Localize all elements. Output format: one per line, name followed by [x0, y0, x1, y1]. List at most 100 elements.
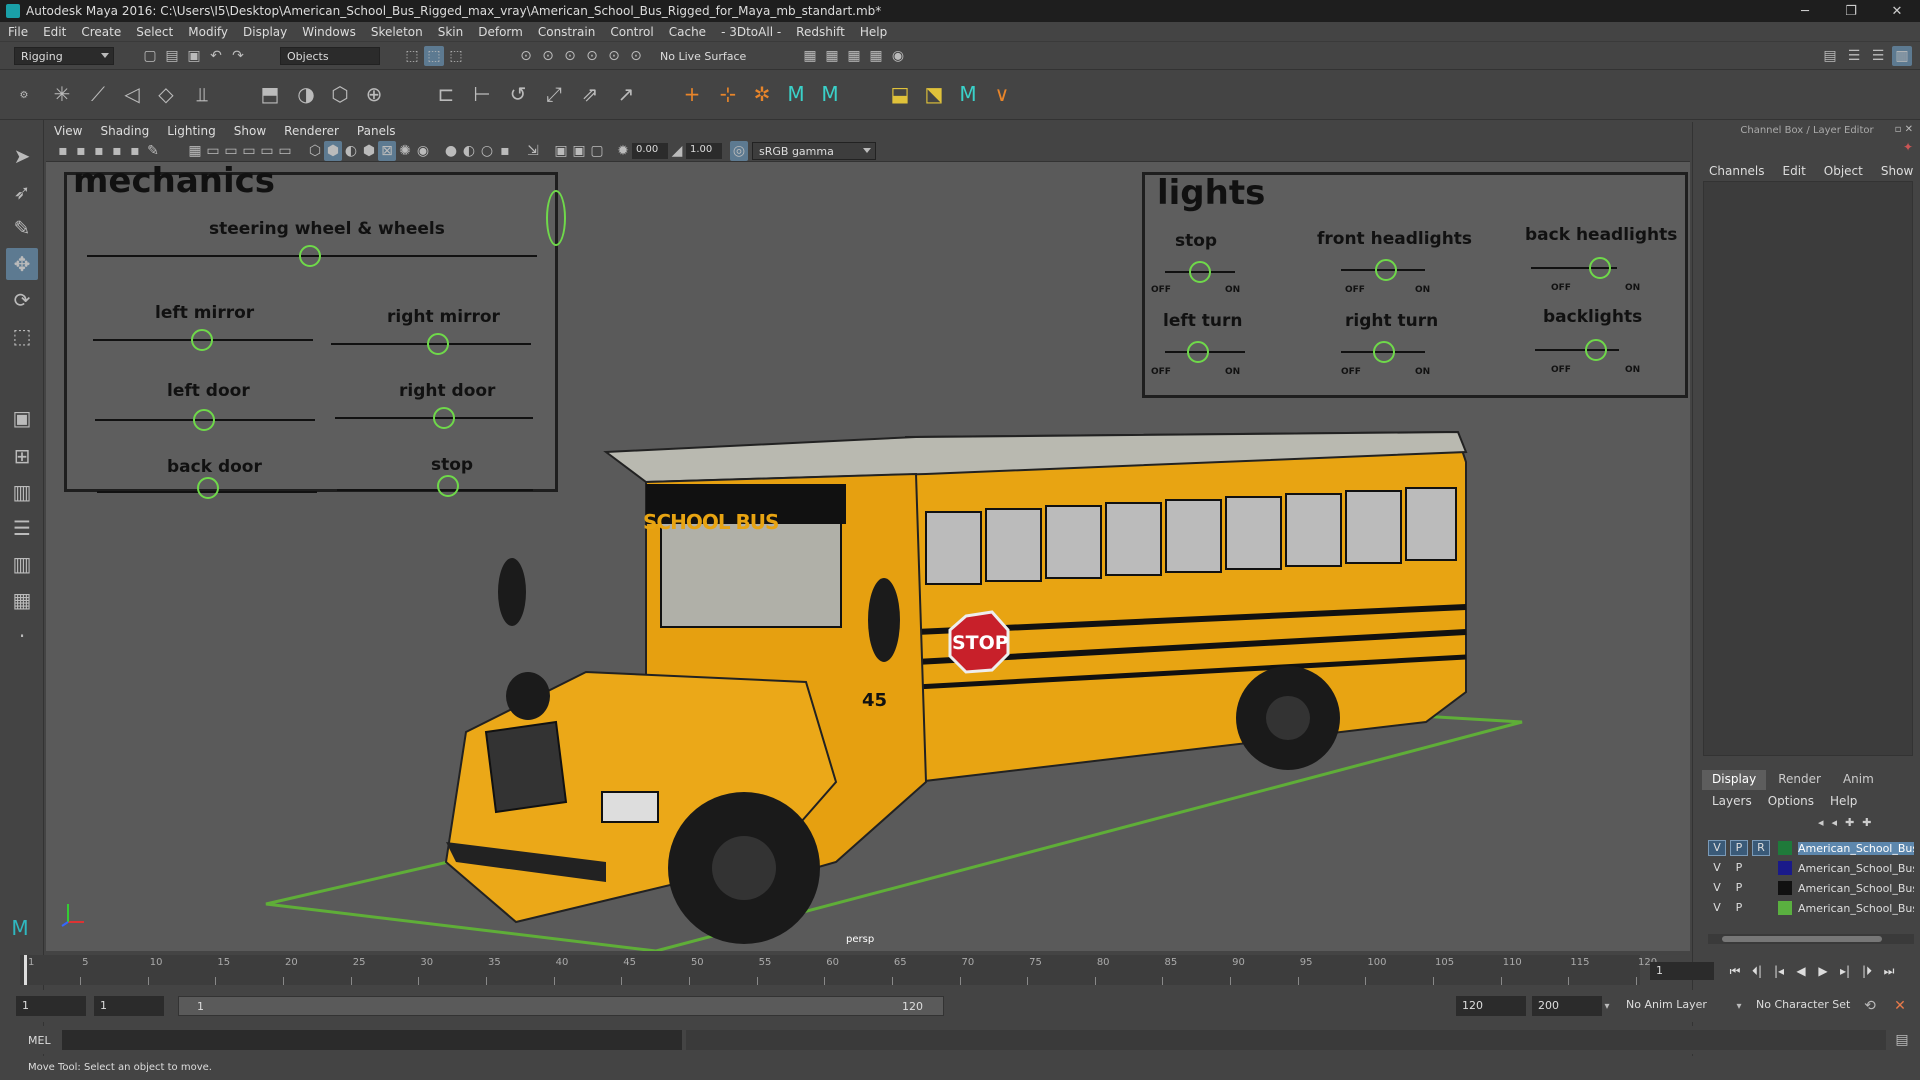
undo-icon[interactable]: ↶ [206, 46, 226, 66]
cluster-icon[interactable]: ⊕ [358, 78, 390, 110]
gamma-icon[interactable]: ◢ [668, 141, 686, 161]
range-dropdown-icon[interactable]: ▾ [1600, 996, 1614, 1016]
layer-row[interactable]: V P American_School_Bus_ [1708, 858, 1914, 878]
menu-select[interactable]: Select [136, 25, 173, 39]
playback-end-field[interactable]: 120 [1456, 996, 1526, 1016]
tab-display[interactable]: Display [1702, 770, 1767, 790]
menu-windows[interactable]: Windows [302, 25, 356, 39]
menu-constrain[interactable]: Constrain [538, 25, 596, 39]
hypershade-icon[interactable]: ◉ [888, 46, 908, 66]
left-turn-control[interactable] [1187, 341, 1209, 363]
2d-pan-zoom-icon[interactable]: ▪ [126, 141, 144, 161]
mechanics-control-panel[interactable]: mechanics steering wheel & wheels left m… [64, 162, 558, 499]
menu-skeleton[interactable]: Skeleton [371, 25, 423, 39]
motion-blur-icon[interactable]: ● [442, 141, 460, 161]
layer-visibility-toggle[interactable]: V [1708, 900, 1726, 916]
anim-layer-dropdown-icon[interactable]: ▾ [1732, 996, 1746, 1016]
wireframe-icon[interactable]: ⬡ [306, 141, 324, 161]
command-input[interactable] [62, 1030, 682, 1050]
menu-create[interactable]: Create [81, 25, 121, 39]
go-to-end-icon[interactable]: ⏭ [1878, 960, 1900, 982]
select-by-component-icon[interactable]: ⬚ [446, 46, 466, 66]
tool-settings-icon[interactable]: ☰ [1868, 46, 1888, 66]
preferences-icon[interactable]: ✕ [1890, 996, 1910, 1016]
gamma-field[interactable]: 1.00 [686, 143, 722, 159]
layer-playback-toggle[interactable]: P [1730, 840, 1748, 856]
layer-reference-toggle[interactable] [1752, 880, 1770, 896]
four-view-layout-icon[interactable]: ⊞ [6, 440, 38, 472]
xray-icon[interactable]: ⇲ [524, 141, 542, 161]
play-backward-icon[interactable]: ◀ [1790, 960, 1812, 982]
pole-vector-icon[interactable]: ↗ [610, 78, 642, 110]
depth-of-field-icon[interactable]: ○ [478, 141, 496, 161]
step-back-frame-icon[interactable]: |◂ [1768, 960, 1790, 982]
viewport-menu-shading[interactable]: Shading [100, 124, 149, 138]
time-slider[interactable]: 1 5 10 15 20 25 30 35 40 45 50 55 60 65 70 75 80 85 90 95 10… [20, 955, 1657, 985]
grid-toggle-icon[interactable]: ▦ [186, 141, 204, 161]
animation-start-field[interactable]: 1 [16, 996, 86, 1016]
menu-edit[interactable]: Edit [43, 25, 66, 39]
layer-name[interactable]: American_School_Bus_ [1798, 882, 1914, 895]
menu-redshift[interactable]: Redshift [796, 25, 845, 39]
menu-help[interactable]: Help [860, 25, 887, 39]
wrap-deformer-icon[interactable]: ⬔ [918, 78, 950, 110]
layer-help-menu[interactable]: Help [1830, 794, 1857, 808]
bookmark-icon[interactable]: ▪ [90, 141, 108, 161]
menu-display[interactable]: Display [243, 25, 287, 39]
back-headlights-control[interactable] [1589, 257, 1611, 279]
open-scene-icon[interactable]: ▤ [162, 46, 182, 66]
stop-mech-control[interactable] [437, 475, 459, 497]
character-set-selector[interactable]: No Character Set [1756, 998, 1850, 1011]
tab-render[interactable]: Render [1768, 770, 1831, 790]
layer-reference-toggle[interactable]: R [1752, 840, 1770, 856]
snap-projected-icon[interactable]: ⊙ [626, 46, 646, 66]
step-back-key-icon[interactable]: ⏴| [1746, 960, 1768, 982]
layer-name[interactable]: American_School_Bus_ [1798, 902, 1914, 915]
quick-rig-icon[interactable]: M [952, 78, 984, 110]
shadows-icon[interactable]: ✺ [396, 141, 414, 161]
menu-file[interactable]: File [8, 25, 28, 39]
set-driven-key-icon[interactable]: ⊹ [712, 78, 744, 110]
minimize-button[interactable]: ─ [1782, 0, 1828, 22]
camera-attributes-icon[interactable]: ▪ [72, 141, 90, 161]
snap-grid-icon[interactable]: ⊙ [516, 46, 536, 66]
right-turn-control[interactable] [1373, 341, 1395, 363]
new-layer-selected-icon[interactable]: ✚ [1862, 816, 1871, 829]
perspective-viewport[interactable]: SCHOOL BUS STOP 45 mechanics steering wh… [46, 162, 1690, 951]
render-current-icon[interactable]: ▦ [822, 46, 842, 66]
selection-mode-dropdown[interactable]: Objects [280, 47, 380, 65]
select-by-object-icon[interactable]: ⬚ [424, 46, 444, 66]
play-forward-icon[interactable]: ▶ [1812, 960, 1834, 982]
snap-curve-icon[interactable]: ⊙ [538, 46, 558, 66]
image-plane-icon[interactable]: ▪ [108, 141, 126, 161]
render-settings-icon[interactable]: ▦ [866, 46, 886, 66]
aim-constraint-icon[interactable]: ⇗ [574, 78, 606, 110]
field-chart-icon[interactable]: ▭ [258, 141, 276, 161]
insert-joint-icon[interactable]: ⟋ [82, 78, 114, 110]
script-editor-icon[interactable]: ▤ [1892, 1030, 1912, 1050]
single-perspective-layout-icon[interactable]: ▣ [6, 402, 38, 434]
redo-icon[interactable]: ↷ [228, 46, 248, 66]
move-layer-down-icon[interactable]: ◂ [1832, 816, 1838, 829]
mechanics-panel-handle[interactable] [546, 190, 566, 246]
human-ik-icon[interactable]: M [780, 78, 812, 110]
parent-constraint-icon[interactable]: ⊏ [430, 78, 462, 110]
channel-edit-menu[interactable]: Edit [1783, 164, 1806, 178]
layer-visibility-toggle[interactable]: V [1708, 880, 1726, 896]
layer-color-swatch[interactable] [1778, 881, 1792, 895]
stop-light-control[interactable] [1189, 261, 1211, 283]
scale-constraint-icon[interactable]: ⤢ [538, 78, 570, 110]
playback-start-field[interactable]: 1 [94, 996, 164, 1016]
current-time-marker[interactable] [24, 955, 27, 985]
left-mirror-control[interactable] [191, 329, 213, 351]
go-to-start-icon[interactable]: ⏮ [1724, 960, 1746, 982]
right-mirror-control[interactable] [427, 333, 449, 355]
layer-visibility-toggle[interactable]: V [1708, 860, 1726, 876]
snap-point-icon[interactable]: ⊙ [560, 46, 580, 66]
viewport-menu-show[interactable]: Show [234, 124, 266, 138]
paint-weights-icon[interactable]: ◑ [290, 78, 322, 110]
range-slider[interactable]: 1 120 [178, 996, 944, 1016]
custom-layout-icon[interactable]: · [6, 620, 38, 652]
attribute-editor-icon[interactable]: ☰ [1844, 46, 1864, 66]
layer-playback-toggle[interactable]: P [1730, 880, 1748, 896]
